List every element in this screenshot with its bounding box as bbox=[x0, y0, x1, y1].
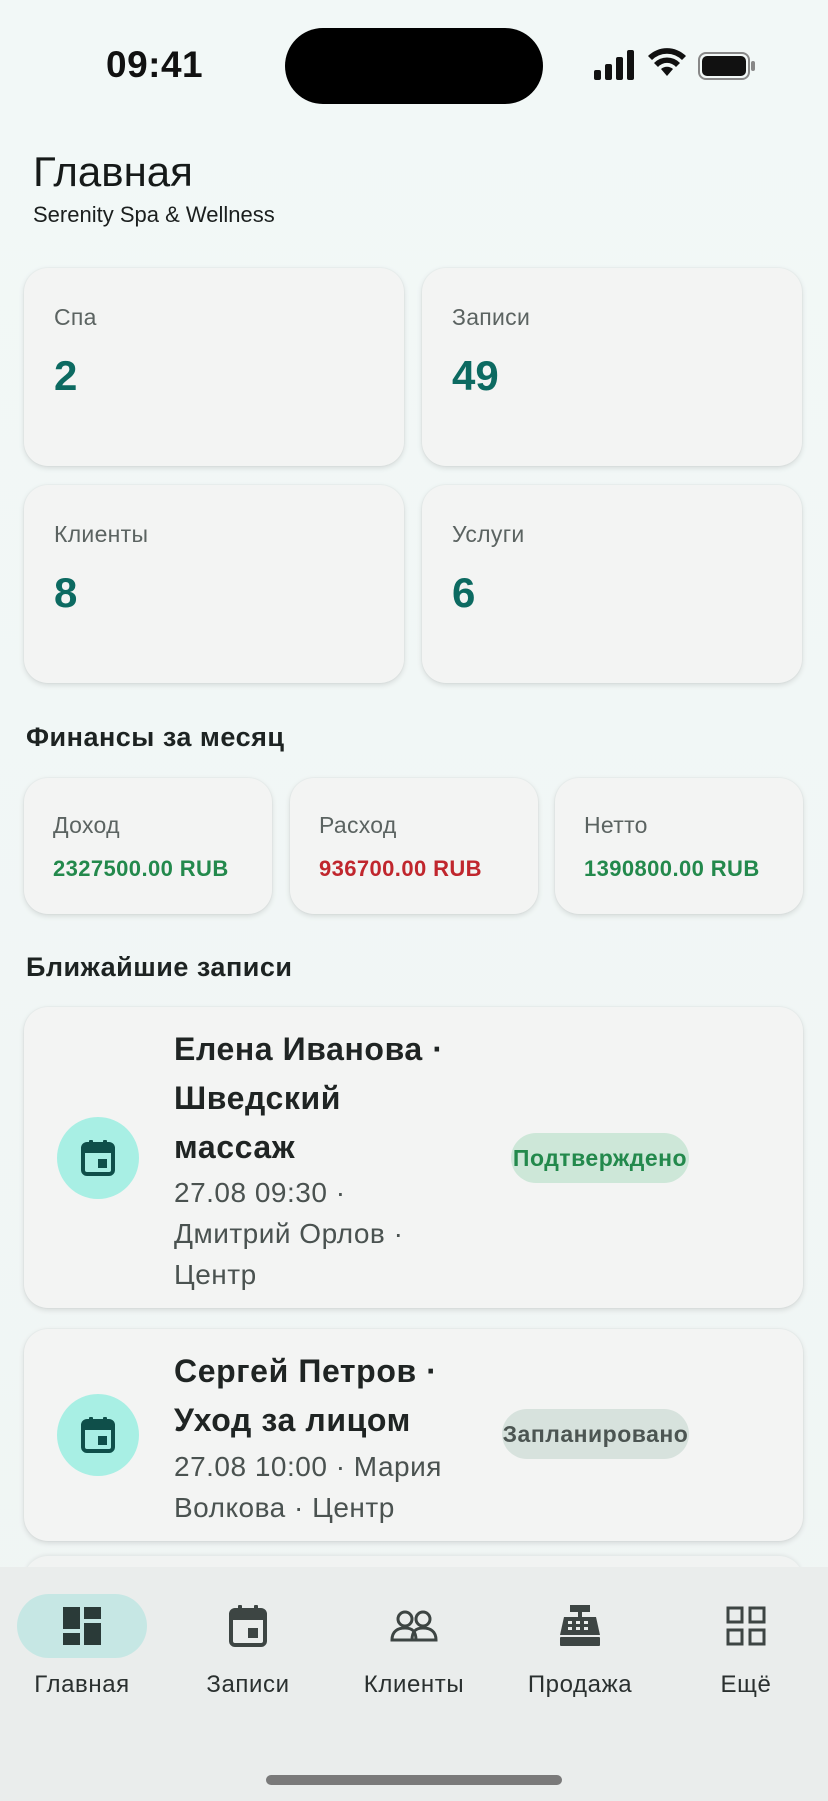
people-icon bbox=[349, 1594, 479, 1658]
stat-card-services[interactable]: Услуги 6 bbox=[422, 485, 802, 683]
battery-icon bbox=[698, 52, 755, 80]
page-subtitle: Serenity Spa & Wellness bbox=[33, 202, 275, 227]
finance-value: 936700.00 RUB bbox=[319, 856, 482, 881]
calendar-icon bbox=[57, 1394, 139, 1476]
nav-label: Клиенты bbox=[363, 1671, 465, 1698]
finance-section-title: Финансы за месяц bbox=[26, 722, 285, 752]
appointment-meta: 27.08 10:00 · Мария Волкова · Центр bbox=[174, 1451, 442, 1523]
status-bar: 09:41 bbox=[0, 0, 828, 130]
nav-label: Продажа bbox=[527, 1671, 633, 1698]
cellular-signal-icon bbox=[594, 50, 634, 80]
nav-item-clients[interactable]: Клиенты bbox=[334, 1567, 494, 1707]
finance-label: Расход bbox=[319, 812, 397, 838]
calendar-icon bbox=[57, 1117, 139, 1199]
dynamic-island bbox=[285, 28, 543, 104]
stat-label: Спа bbox=[54, 304, 97, 330]
nav-item-appointments[interactable]: Записи bbox=[168, 1567, 328, 1707]
finance-card-expense[interactable]: Расход 936700.00 RUB bbox=[290, 778, 538, 914]
appointments-section-title: Ближайшие записи bbox=[26, 952, 293, 982]
nav-item-home[interactable]: Главная bbox=[2, 1567, 162, 1707]
stat-value: 8 bbox=[54, 569, 78, 616]
nav-label: Ещё bbox=[720, 1671, 772, 1698]
stat-value: 2 bbox=[54, 352, 78, 399]
home-indicator bbox=[266, 1775, 562, 1785]
finance-label: Нетто bbox=[584, 812, 648, 838]
finance-card-net[interactable]: Нетто 1390800.00 RUB bbox=[555, 778, 803, 914]
dashboard-icon bbox=[17, 1594, 147, 1658]
grid-icon bbox=[681, 1594, 811, 1658]
status-time: 09:41 bbox=[106, 44, 204, 85]
finance-card-income[interactable]: Доход 2327500.00 RUB bbox=[24, 778, 272, 914]
stat-card-clients[interactable]: Клиенты 8 bbox=[24, 485, 404, 683]
stat-value: 49 bbox=[452, 352, 499, 399]
status-badge: Подтверждено bbox=[511, 1133, 689, 1183]
screen: 09:41 Главная Serenity Spa & Wellness Сп… bbox=[0, 0, 828, 1801]
nav-label: Главная bbox=[34, 1671, 130, 1698]
finance-value: 1390800.00 RUB bbox=[584, 856, 760, 881]
appointment-card[interactable]: Сергей Петров · Уход за лицом 27.08 10:0… bbox=[24, 1329, 803, 1541]
finance-label: Доход bbox=[53, 812, 120, 838]
stat-label: Услуги bbox=[452, 521, 525, 547]
status-badge: Запланировано bbox=[502, 1409, 689, 1459]
appointment-title: Елена Иванова · Шведский массаж bbox=[174, 1031, 444, 1165]
calendar-icon bbox=[183, 1594, 313, 1658]
page-title: Главная bbox=[33, 148, 193, 195]
stat-card-appointments[interactable]: Записи 49 bbox=[422, 268, 802, 466]
bottom-navigation: Главная Записи Клиенты Продажа Ещё bbox=[0, 1567, 828, 1801]
appointment-card[interactable]: Елена Иванова · Шведский массаж 27.08 09… bbox=[24, 1007, 803, 1308]
appointment-title: Сергей Петров · Уход за лицом bbox=[174, 1353, 438, 1438]
cash-register-icon bbox=[515, 1594, 645, 1658]
stat-label: Клиенты bbox=[54, 521, 149, 547]
stat-value: 6 bbox=[452, 569, 476, 616]
appointment-meta: 27.08 09:30 · Дмитрий Орлов · Центр bbox=[174, 1177, 404, 1290]
finance-value: 2327500.00 RUB bbox=[53, 856, 229, 881]
stat-card-spa[interactable]: Спа 2 bbox=[24, 268, 404, 466]
nav-label: Записи bbox=[206, 1671, 290, 1698]
nav-item-sale[interactable]: Продажа bbox=[500, 1567, 660, 1707]
stat-label: Записи bbox=[452, 304, 531, 330]
nav-item-more[interactable]: Ещё bbox=[666, 1567, 826, 1707]
wifi-icon bbox=[648, 48, 686, 76]
